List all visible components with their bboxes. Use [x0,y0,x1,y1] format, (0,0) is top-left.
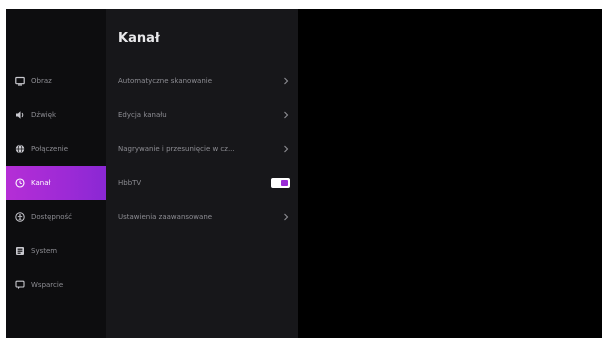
sidebar-item-dzwiek[interactable]: Dźwięk [6,98,106,132]
chevron-right-icon [282,76,290,86]
channel-settings-panel: Kanał Automatyczne skanowanie Edycja kan… [106,9,298,338]
sidebar-item-label: Wsparcie [31,281,64,289]
sidebar-item-obraz[interactable]: Obraz [6,64,106,98]
sidebar-item-label: Połączenie [31,145,69,153]
sidebar-item-label: Kanał [31,179,51,187]
menu-item-advanced-settings[interactable]: Ustawienia zaawansowane [106,200,298,234]
tv-screen: Obraz Dźwięk Połączenie Kanał Dostępność… [6,9,602,338]
sidebar-item-system[interactable]: System [6,234,106,268]
accessibility-icon [15,212,25,222]
chevron-right-icon [282,144,290,154]
menu-item-label: Edycja kanału [118,111,167,119]
sidebar-nav: Obraz Dźwięk Połączenie Kanał Dostępność… [6,64,106,302]
sidebar-item-label: Obraz [31,77,52,85]
sidebar-item-wsparcie[interactable]: Wsparcie [6,268,106,302]
support-icon [15,280,25,290]
sound-icon [15,110,25,120]
chevron-right-icon [282,212,290,222]
picture-icon [15,76,25,86]
menu-item-channel-edit[interactable]: Edycja kanału [106,98,298,132]
menu-item-label: HbbTV [118,179,142,187]
page-title: Kanał [118,31,160,46]
sidebar-item-kanal[interactable]: Kanał [6,166,106,200]
menu-item-hbbtv[interactable]: HbbTV [106,166,298,200]
channel-menu: Automatyczne skanowanie Edycja kanału Na… [106,64,298,234]
hbbtv-toggle[interactable] [271,178,290,188]
sidebar-item-dostepnosc[interactable]: Dostępność [6,200,106,234]
channel-icon [15,178,25,188]
menu-item-label: Ustawienia zaawansowane [118,213,213,221]
sidebar-item-label: Dostępność [31,213,73,221]
toggle-knob [281,180,288,186]
sidebar-item-label: Dźwięk [31,111,57,119]
chevron-right-icon [282,110,290,120]
connection-icon [15,144,25,154]
system-icon [15,246,25,256]
sidebar-item-polaczenie[interactable]: Połączenie [6,132,106,166]
menu-item-recording-timeshift[interactable]: Nagrywanie i przesunięcie w cz... [106,132,298,166]
sidebar-item-label: System [31,247,58,255]
menu-item-auto-scan[interactable]: Automatyczne skanowanie [106,64,298,98]
menu-item-label: Automatyczne skanowanie [118,77,213,85]
menu-item-label: Nagrywanie i przesunięcie w cz... [118,145,235,153]
settings-sidebar: Obraz Dźwięk Połączenie Kanał Dostępność… [6,9,106,338]
